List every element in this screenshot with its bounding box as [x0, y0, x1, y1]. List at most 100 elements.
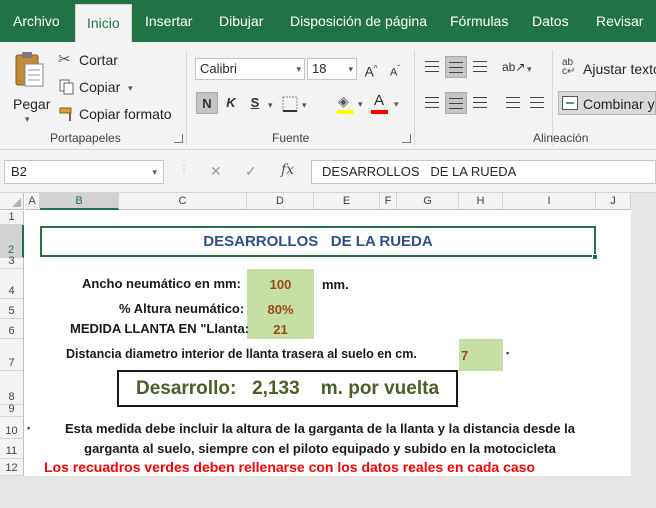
fill-color-button[interactable]: ◈ ▾: [336, 92, 370, 116]
row-header-3[interactable]: 3: [0, 255, 24, 269]
font-size-value: 18: [312, 61, 327, 76]
merge-center-label: Combinar y: [583, 96, 655, 112]
increase-indent-button[interactable]: [526, 92, 548, 114]
row-header-5[interactable]: 5: [0, 299, 24, 319]
underline-chevron-down-icon[interactable]: ▾: [268, 100, 273, 111]
wrap-text-button[interactable]: ab c↵ Ajustar texto: [560, 58, 656, 80]
column-header-i[interactable]: I: [503, 193, 596, 210]
row-header-10[interactable]: 10: [0, 417, 24, 439]
align-right-button[interactable]: [469, 92, 491, 114]
wrap-text-label: Ajustar texto: [583, 61, 656, 77]
fill-bucket-icon: ◈: [338, 93, 349, 109]
align-middle-button[interactable]: [445, 56, 467, 78]
bold-button[interactable]: N: [196, 92, 218, 114]
borders-button[interactable]: ▾: [282, 96, 316, 112]
row-header-9[interactable]: 9: [0, 403, 24, 417]
tab-archivo[interactable]: Archivo: [2, 0, 71, 42]
font-name-select[interactable]: Calibri ▾: [195, 58, 305, 80]
tab-datos[interactable]: Datos: [521, 0, 580, 42]
sheet-bottom-background: [0, 476, 656, 508]
tab-revisar[interactable]: Revisar: [585, 0, 654, 42]
enter-checkmark-icon[interactable]: ✓: [245, 163, 257, 180]
paste-label: Pegar: [13, 96, 51, 112]
decrease-indent-button[interactable]: [502, 92, 524, 114]
tire-height-input[interactable]: 80%: [247, 302, 314, 317]
tire-width-input[interactable]: 100: [247, 277, 314, 292]
column-header-g[interactable]: G: [397, 193, 459, 210]
cancel-icon[interactable]: ✕: [210, 163, 222, 180]
align-bottom-button[interactable]: [469, 56, 491, 78]
select-all-button[interactable]: [0, 193, 24, 210]
alignment-group-label: Alineación: [533, 131, 589, 145]
font-color-label: A: [374, 92, 385, 109]
italic-button[interactable]: K: [220, 92, 242, 114]
column-header-a[interactable]: A: [25, 193, 40, 210]
insert-function-button[interactable]: fx: [281, 162, 294, 178]
shrink-font-button[interactable]: Aˇ: [384, 58, 406, 80]
cut-label: Cortar: [79, 52, 118, 68]
fill-handle[interactable]: [592, 254, 598, 260]
row-header-7[interactable]: 7: [0, 339, 24, 371]
column-header-b[interactable]: B: [40, 193, 119, 210]
align-top-button[interactable]: [421, 56, 443, 78]
column-header-h[interactable]: H: [459, 193, 503, 210]
column-header-j[interactable]: J: [596, 193, 631, 210]
formula-bar-grip-icon: ⋮: [179, 164, 189, 175]
clipboard-launcher-icon[interactable]: [174, 134, 183, 143]
borders-icon: [282, 96, 298, 112]
formula-bar: B2 ▾ ⋮ ✕ ✓ fx DESARROLLOS DE LA RUEDA: [0, 150, 656, 193]
ribbon-tab-bar: Archivo Inicio Insertar Dibujar Disposic…: [0, 0, 656, 42]
wrap-text-icon: ab c↵: [562, 58, 576, 77]
font-launcher-icon[interactable]: [402, 134, 411, 143]
font-size-chevron-down-icon: ▾: [348, 64, 353, 74]
tire-width-unit: mm.: [322, 277, 349, 292]
format-painter-button[interactable]: Copiar formato: [58, 104, 178, 124]
font-name-chevron-down-icon: ▾: [296, 64, 301, 74]
scissors-icon: ✂: [58, 51, 71, 68]
column-header-d[interactable]: D: [247, 193, 314, 210]
column-header-c[interactable]: C: [119, 193, 247, 210]
font-color-button[interactable]: A ▾: [370, 92, 404, 116]
row-header-11[interactable]: 11: [0, 439, 24, 459]
name-box[interactable]: B2 ▾: [4, 160, 164, 184]
fill-color-chevron-down-icon: ▾: [358, 99, 363, 109]
row-header-1[interactable]: 1: [0, 211, 24, 225]
paste-chevron-down-icon[interactable]: ▾: [25, 114, 30, 125]
name-box-value: B2: [11, 164, 27, 179]
rim-size-label: MEDIDA LLANTA EN "Llanta:: [70, 321, 250, 336]
title-cell[interactable]: DESARROLLOS DE LA RUEDA: [40, 226, 596, 257]
copy-button[interactable]: Copiar ▾: [58, 77, 148, 97]
font-name-value: Calibri: [200, 61, 237, 76]
fill-color-swatch: [337, 110, 354, 114]
column-header-f[interactable]: F: [380, 193, 397, 210]
row-header-6[interactable]: 6: [0, 319, 24, 339]
row-header-12[interactable]: 12: [0, 459, 24, 476]
column-header-e[interactable]: E: [314, 193, 380, 210]
underline-button[interactable]: S: [244, 92, 266, 114]
row-header-2[interactable]: 2: [0, 225, 24, 258]
paste-icon: [15, 52, 44, 87]
tab-disposicion[interactable]: Disposición de página: [279, 0, 438, 42]
name-box-chevron-down-icon: ▾: [152, 167, 157, 177]
comment-indicator-icon: ▪: [27, 423, 31, 433]
orientation-chevron-down-icon[interactable]: ▾: [527, 64, 532, 75]
orientation-button[interactable]: ab↗: [502, 56, 525, 78]
distance-input[interactable]: 7: [459, 348, 489, 363]
grow-font-button[interactable]: A^: [360, 58, 382, 80]
tab-dibujar[interactable]: Dibujar: [208, 0, 274, 42]
align-center-button[interactable]: [445, 92, 467, 114]
row-header-4[interactable]: 4: [0, 269, 24, 299]
tab-insertar[interactable]: Insertar: [134, 0, 203, 42]
tab-inicio[interactable]: Inicio: [75, 4, 132, 42]
font-size-select[interactable]: 18 ▾: [307, 58, 357, 80]
formula-input[interactable]: DESARROLLOS DE LA RUEDA: [311, 160, 656, 184]
paste-button[interactable]: Pegar ▾: [8, 48, 51, 125]
align-bottom-icon: [473, 61, 487, 72]
align-left-button[interactable]: [421, 92, 443, 114]
row-header-8[interactable]: 8: [0, 371, 24, 405]
copy-chevron-down-icon[interactable]: ▾: [128, 83, 133, 94]
tab-formulas[interactable]: Fórmulas: [439, 0, 519, 42]
rim-size-input[interactable]: 21: [247, 322, 314, 337]
cut-button[interactable]: ✂ Cortar: [58, 50, 138, 70]
merge-center-button[interactable]: Combinar y: [558, 91, 656, 115]
